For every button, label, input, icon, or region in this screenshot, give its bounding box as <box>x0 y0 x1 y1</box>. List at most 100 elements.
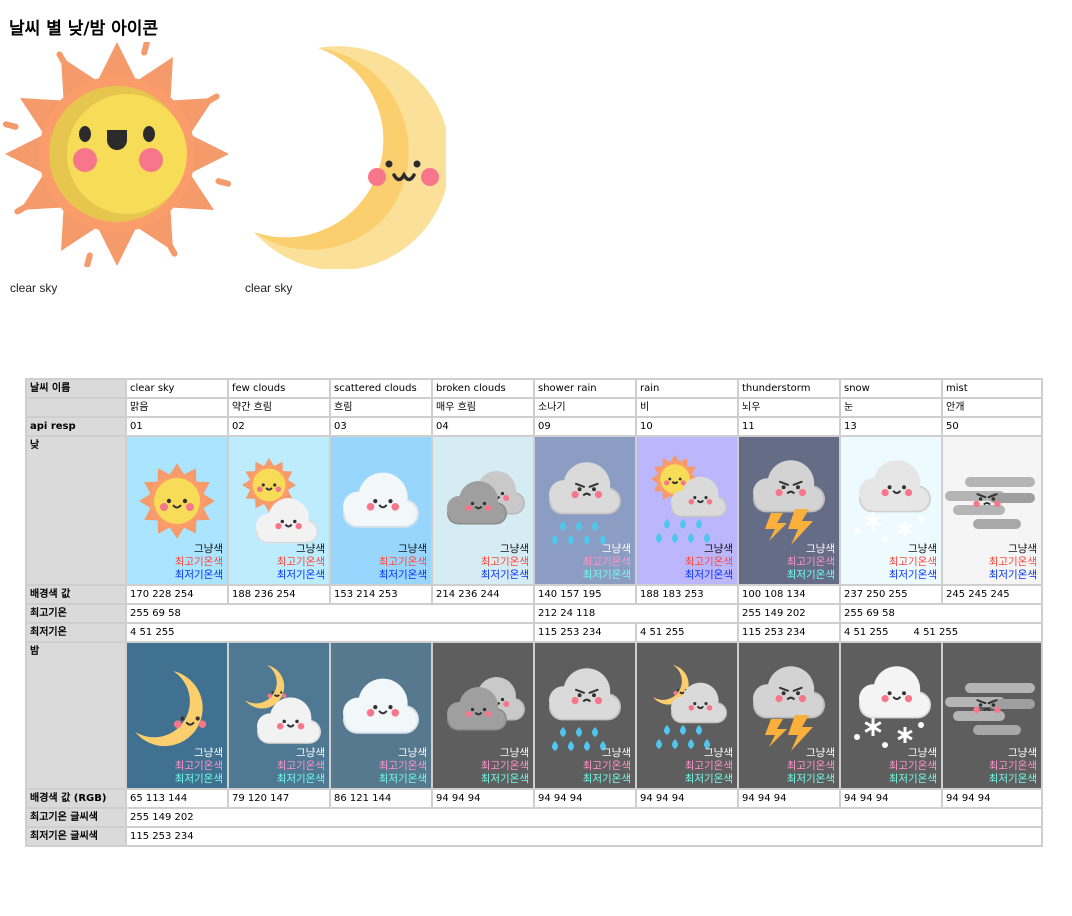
day-icon-cell: 그냥색 최고기온색 최저기온색 <box>125 435 229 586</box>
legend-min: 최저기온색 <box>174 569 223 581</box>
row-label-max-text-color: 최고기온 글씨색 <box>25 807 127 828</box>
col-api: 09 <box>533 416 637 437</box>
day-bg-value: 140 157 195 <box>533 584 637 605</box>
day-bg-value: 214 236 244 <box>431 584 535 605</box>
min-temp-value: 115 253 234 <box>533 622 637 643</box>
temp-color-legend: 그냥색 최고기온색 최저기온색 <box>787 747 835 786</box>
temp-color-legend: 그냥색 최고기온색 최저기온색 <box>379 747 427 786</box>
legend-max: 최고기온색 <box>276 760 325 772</box>
row-max-text-color: 최고기온 글씨색 255 149 202 <box>25 807 1043 828</box>
legend-max: 최고기온색 <box>786 760 835 772</box>
temp-color-legend: 그냥색 최고기온색 최저기온색 <box>175 543 223 582</box>
day-bg-value: 100 108 134 <box>737 584 841 605</box>
night-tile: 그냥색 최고기온색 최저기온색 <box>230 644 328 787</box>
temp-color-legend: 그냥색 최고기온색 최저기온색 <box>583 543 631 582</box>
row-label-day-bg: 배경색 값 <box>25 584 127 605</box>
night-bg-value: 94 94 94 <box>533 788 637 809</box>
hero-caption-day: clear sky <box>10 281 58 295</box>
col-name: mist <box>941 378 1043 399</box>
night-icon-cell: 그냥색 최고기온색 최저기온색 <box>635 641 739 790</box>
night-bg-value: 94 94 94 <box>941 788 1043 809</box>
legend-max: 최고기온색 <box>480 760 529 772</box>
max-text-color-value: 255 149 202 <box>125 807 1043 828</box>
night-tile: 그냥색 최고기온색 최저기온색 <box>944 644 1040 787</box>
min-temp-value: 4 51 255 <box>635 622 739 643</box>
row-label-night: 밤 <box>25 641 127 790</box>
day-icon-cell: 그냥색 최고기온색 최저기온색 <box>227 435 331 586</box>
night-icon-cell: 그냥색 최고기온색 최저기온색 <box>329 641 433 790</box>
row-name: 날씨 이름 clear sky few clouds scattered clo… <box>25 378 1043 399</box>
max-temp-value: 212 24 118 <box>533 603 739 624</box>
day-tile: 그냥색 최고기온색 최저기온색 <box>332 438 430 583</box>
col-name: scattered clouds <box>329 378 433 399</box>
row-label-api: api resp <box>25 416 127 437</box>
col-korean: 안개 <box>941 397 1043 418</box>
legend-min: 최저기온색 <box>378 773 427 785</box>
temp-color-legend: 그냥색 최고기온색 최저기온색 <box>481 747 529 786</box>
max-temp-value: 255 69 58 <box>125 603 535 624</box>
col-korean: 눈 <box>839 397 943 418</box>
row-min-text-color: 최저기온 글씨색 115 253 234 <box>25 826 1043 847</box>
night-tile: 그냥색 최고기온색 최저기온색 <box>638 644 736 787</box>
temp-color-legend: 그냥색 최고기온색 최저기온색 <box>481 543 529 582</box>
row-label-max-temp: 최고기온 <box>25 603 127 624</box>
col-api: 04 <box>431 416 535 437</box>
col-korean: 약간 흐림 <box>227 397 331 418</box>
min-temp-value: 4 51 255 4 51 255 <box>839 622 1043 643</box>
col-name: rain <box>635 378 739 399</box>
col-name: thunderstorm <box>737 378 841 399</box>
day-icon-cell: 그냥색 최고기온색 최저기온색 <box>737 435 841 586</box>
legend-max: 최고기온색 <box>582 760 631 772</box>
legend-max: 최고기온색 <box>480 556 529 568</box>
col-api: 02 <box>227 416 331 437</box>
max-temp-value: 255 69 58 <box>839 603 1043 624</box>
night-bg-value: 94 94 94 <box>839 788 943 809</box>
legend-plain: 그냥색 <box>296 747 325 759</box>
day-icon-cell: 그냥색 최고기온색 최저기온색 <box>635 435 739 586</box>
legend-max: 최고기온색 <box>988 556 1037 568</box>
day-icon-cell: 그냥색 최고기온색 최저기온색 <box>431 435 535 586</box>
legend-min: 최저기온색 <box>378 569 427 581</box>
night-tile: 그냥색 최고기온색 최저기온색 <box>434 644 532 787</box>
night-tile: 그냥색 최고기온색 최저기온색 <box>740 644 838 787</box>
legend-plain: 그냥색 <box>296 543 325 555</box>
legend-plain: 그냥색 <box>1008 543 1037 555</box>
temp-color-legend: 그냥색 최고기온색 최저기온색 <box>175 747 223 786</box>
moon-icon <box>254 46 451 271</box>
night-bg-value: 94 94 94 <box>635 788 739 809</box>
legend-plain: 그냥색 <box>908 543 937 555</box>
weather-icon-table: 날씨 이름 clear sky few clouds scattered clo… <box>25 378 1043 847</box>
row-label-min-text-color: 최저기온 글씨색 <box>25 826 127 847</box>
night-icon-cell: 그냥색 최고기온색 최저기온색 <box>533 641 637 790</box>
day-tile: 그냥색 최고기온색 최저기온색 <box>434 438 532 583</box>
day-icon-cell: 그냥색 최고기온색 최저기온색 <box>941 435 1043 586</box>
legend-max: 최고기온색 <box>378 556 427 568</box>
day-bg-value: 170 228 254 <box>125 584 229 605</box>
col-api: 11 <box>737 416 841 437</box>
row-label-night-bg: 배경색 값 (RGB) <box>25 788 127 809</box>
night-icon-cell: 그냥색 최고기온색 최저기온색 <box>839 641 943 790</box>
temp-color-legend: 그냥색 최고기온색 최저기온색 <box>685 747 733 786</box>
legend-max: 최고기온색 <box>684 760 733 772</box>
col-korean: 뇌우 <box>737 397 841 418</box>
day-icon-cell: 그냥색 최고기온색 최저기온색 <box>329 435 433 586</box>
hero-caption-night: clear sky <box>245 281 293 295</box>
legend-plain: 그냥색 <box>500 747 529 759</box>
legend-min: 최저기온색 <box>988 569 1037 581</box>
legend-plain: 그냥색 <box>602 543 631 555</box>
legend-min: 최저기온색 <box>480 773 529 785</box>
legend-plain: 그냥색 <box>500 543 529 555</box>
night-bg-value: 79 120 147 <box>227 788 331 809</box>
page-title: 날씨 별 낮/밤 아이콘 <box>9 19 159 39</box>
legend-max: 최고기온색 <box>378 760 427 772</box>
legend-plain: 그냥색 <box>704 747 733 759</box>
day-tile: 그냥색 최고기온색 최저기온색 <box>230 438 328 583</box>
min-temp-value: 115 253 234 <box>737 622 841 643</box>
col-api: 01 <box>125 416 229 437</box>
hero-sun <box>2 39 232 272</box>
legend-max: 최고기온색 <box>174 760 223 772</box>
legend-min: 최저기온색 <box>276 569 325 581</box>
night-tile: 그냥색 최고기온색 최저기온색 <box>536 644 634 787</box>
legend-plain: 그냥색 <box>908 747 937 759</box>
col-name: few clouds <box>227 378 331 399</box>
